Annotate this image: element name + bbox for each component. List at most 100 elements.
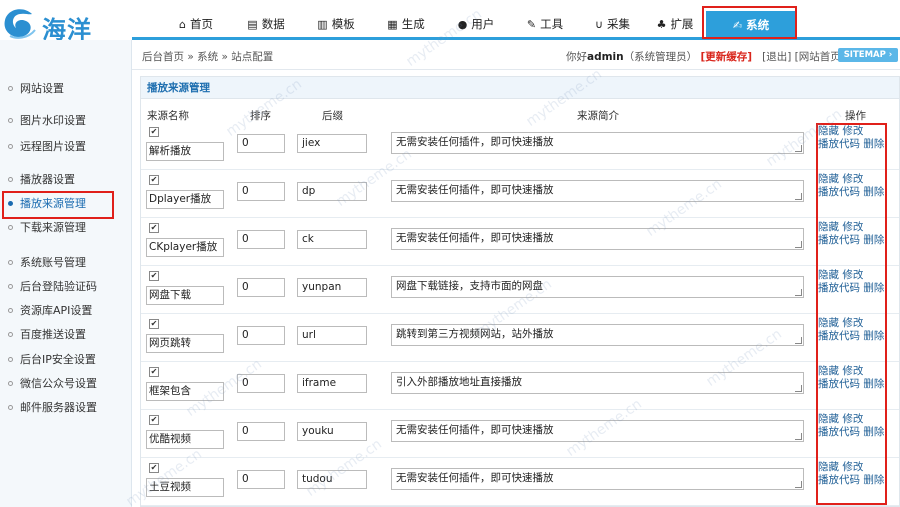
delete-link[interactable]: 删除: [863, 330, 884, 342]
row-checkbox[interactable]: ✔: [149, 367, 159, 377]
hide-link[interactable]: 隐藏: [818, 317, 839, 329]
breadcrumb-home[interactable]: 后台首页: [142, 51, 184, 63]
description-textarea[interactable]: 无需安装任何插件，即可快速播放: [391, 420, 804, 442]
edit-link[interactable]: 修改: [842, 221, 863, 233]
hide-link[interactable]: 隐藏: [818, 413, 839, 425]
hide-link[interactable]: 隐藏: [818, 461, 839, 473]
nav-tab-4[interactable]: ● 用户: [447, 8, 505, 40]
resize-grip-icon[interactable]: [795, 385, 802, 392]
suffix-field[interactable]: jiex: [297, 134, 367, 153]
play-code-link[interactable]: 播放代码: [818, 186, 860, 198]
sidebar-item-7[interactable]: 后台登陆验证码: [0, 276, 132, 298]
sidebar-item-10[interactable]: 后台IP安全设置: [0, 349, 132, 371]
hide-link[interactable]: 隐藏: [818, 221, 839, 233]
sidebar-item-12[interactable]: 邮件服务器设置: [0, 397, 132, 419]
name-field[interactable]: CKplayer播放: [146, 238, 224, 257]
edit-link[interactable]: 修改: [842, 365, 863, 377]
sidebar-item-0[interactable]: 网站设置: [0, 78, 132, 100]
name-field[interactable]: 框架包含: [146, 382, 224, 401]
sort-field[interactable]: 0: [237, 182, 285, 201]
name-field[interactable]: 网盘下载: [146, 286, 224, 305]
description-textarea[interactable]: 无需安装任何插件，即可快速播放: [391, 228, 804, 250]
sort-field[interactable]: 0: [237, 422, 285, 441]
row-checkbox[interactable]: ✔: [149, 271, 159, 281]
resize-grip-icon[interactable]: [795, 289, 802, 296]
nav-tab-6[interactable]: ∪ 采集: [585, 8, 640, 40]
sort-field[interactable]: 0: [237, 278, 285, 297]
description-textarea[interactable]: 无需安装任何插件，即可快速播放: [391, 468, 804, 490]
play-code-link[interactable]: 播放代码: [818, 426, 860, 438]
sidebar-item-11[interactable]: 微信公众号设置: [0, 373, 132, 395]
nav-tab-2[interactable]: ▥ 模板: [307, 8, 365, 40]
sidebar-item-1[interactable]: 图片水印设置: [0, 110, 132, 132]
row-checkbox[interactable]: ✔: [149, 463, 159, 473]
resize-grip-icon[interactable]: [795, 433, 802, 440]
description-textarea[interactable]: 跳转到第三方视频网站，站外播放: [391, 324, 804, 346]
row-checkbox[interactable]: ✔: [149, 127, 159, 137]
sidebar-item-2[interactable]: 远程图片设置: [0, 136, 132, 158]
row-checkbox[interactable]: ✔: [149, 175, 159, 185]
nav-tab-5[interactable]: ✎ 工具: [515, 8, 575, 40]
resize-grip-icon[interactable]: [795, 241, 802, 248]
sidebar-item-6[interactable]: 系统账号管理: [0, 252, 132, 274]
edit-link[interactable]: 修改: [842, 125, 863, 137]
sidebar-item-3[interactable]: 播放器设置: [0, 169, 132, 191]
play-code-link[interactable]: 播放代码: [818, 234, 860, 246]
description-textarea[interactable]: 无需安装任何插件，即可快速播放: [391, 180, 804, 202]
row-checkbox[interactable]: ✔: [149, 319, 159, 329]
play-code-link[interactable]: 播放代码: [818, 378, 860, 390]
edit-link[interactable]: 修改: [842, 173, 863, 185]
nav-tab-7[interactable]: ♣ 扩展: [650, 8, 700, 40]
play-code-link[interactable]: 播放代码: [818, 138, 860, 150]
play-code-link[interactable]: 播放代码: [818, 282, 860, 294]
sidebar-item-9[interactable]: 百度推送设置: [0, 324, 132, 346]
name-field[interactable]: 网页跳转: [146, 334, 224, 353]
sidebar-item-8[interactable]: 资源库API设置: [0, 300, 132, 322]
delete-link[interactable]: 删除: [863, 378, 884, 390]
description-textarea[interactable]: 网盘下载链接，支持市面的网盘: [391, 276, 804, 298]
delete-link[interactable]: 删除: [863, 426, 884, 438]
delete-link[interactable]: 删除: [863, 186, 884, 198]
delete-link[interactable]: 删除: [863, 138, 884, 150]
hide-link[interactable]: 隐藏: [818, 173, 839, 185]
row-checkbox[interactable]: ✔: [149, 415, 159, 425]
name-field[interactable]: Dplayer播放: [146, 190, 224, 209]
suffix-field[interactable]: yunpan: [297, 278, 367, 297]
edit-link[interactable]: 修改: [842, 413, 863, 425]
suffix-field[interactable]: dp: [297, 182, 367, 201]
name-field[interactable]: 优酷视频: [146, 430, 224, 449]
edit-link[interactable]: 修改: [842, 317, 863, 329]
hide-link[interactable]: 隐藏: [818, 125, 839, 137]
nav-tab-1[interactable]: ▤ 数据: [236, 8, 296, 40]
sort-field[interactable]: 0: [237, 230, 285, 249]
suffix-field[interactable]: tudou: [297, 470, 367, 489]
nav-tab-3[interactable]: ▦ 生成: [375, 8, 437, 40]
resize-grip-icon[interactable]: [795, 337, 802, 344]
sidebar-item-4[interactable]: 播放来源管理: [0, 193, 132, 215]
nav-tab-8[interactable]: ✍ 系统: [706, 11, 796, 40]
hide-link[interactable]: 隐藏: [818, 365, 839, 377]
name-field[interactable]: 土豆视频: [146, 478, 224, 497]
hide-link[interactable]: 隐藏: [818, 269, 839, 281]
row-checkbox[interactable]: ✔: [149, 223, 159, 233]
suffix-field[interactable]: ck: [297, 230, 367, 249]
description-textarea[interactable]: 无需安装任何插件，即可快速播放: [391, 132, 804, 154]
resize-grip-icon[interactable]: [795, 193, 802, 200]
resize-grip-icon[interactable]: [795, 145, 802, 152]
edit-link[interactable]: 修改: [842, 461, 863, 473]
suffix-field[interactable]: url: [297, 326, 367, 345]
delete-link[interactable]: 删除: [863, 234, 884, 246]
description-textarea[interactable]: 引入外部播放地址直接播放: [391, 372, 804, 394]
logout-link[interactable]: [退出]: [762, 51, 791, 63]
breadcrumb-section[interactable]: 系统: [197, 51, 218, 63]
name-field[interactable]: 解析播放: [146, 142, 224, 161]
sidebar-item-5[interactable]: 下载来源管理: [0, 217, 132, 239]
play-code-link[interactable]: 播放代码: [818, 474, 860, 486]
logo[interactable]: 海洋: [2, 6, 132, 44]
sort-field[interactable]: 0: [237, 374, 285, 393]
play-code-link[interactable]: 播放代码: [818, 330, 860, 342]
sitemap-button[interactable]: SITEMAP ›: [838, 48, 898, 62]
resize-grip-icon[interactable]: [795, 481, 802, 488]
suffix-field[interactable]: iframe: [297, 374, 367, 393]
delete-link[interactable]: 删除: [863, 474, 884, 486]
